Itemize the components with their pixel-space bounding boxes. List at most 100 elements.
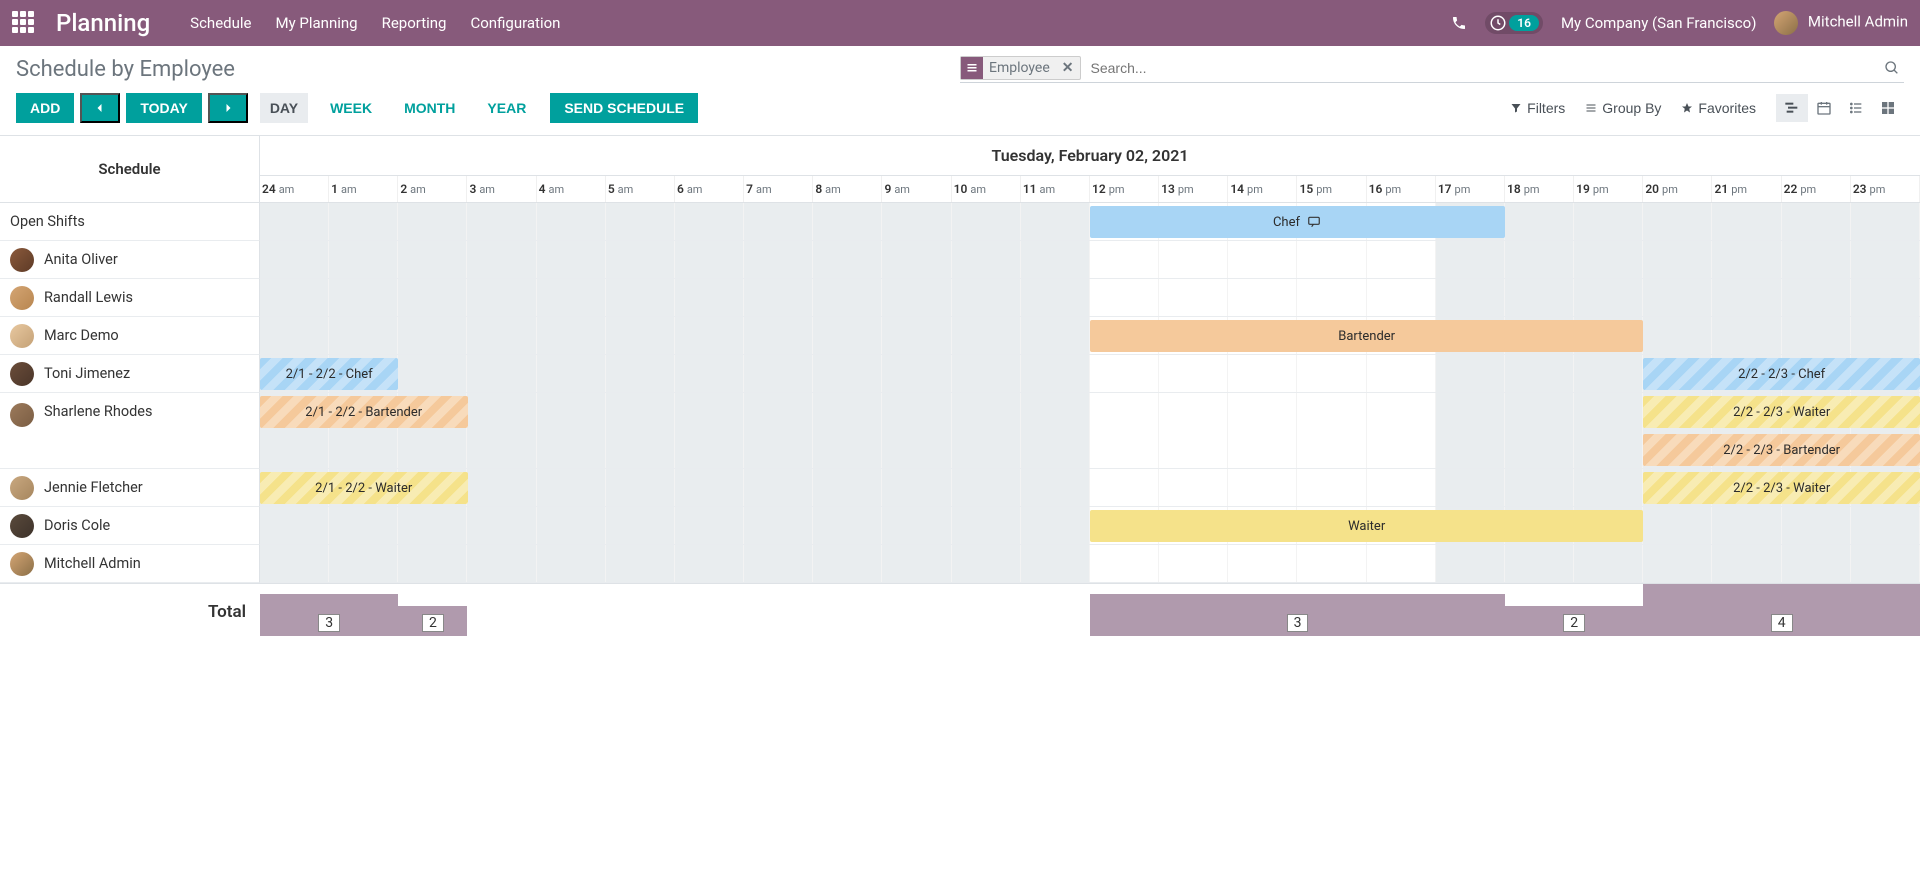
gantt-cell[interactable] bbox=[606, 393, 675, 468]
gantt-row-label[interactable]: Randall Lewis bbox=[0, 279, 260, 317]
next-button[interactable] bbox=[208, 93, 248, 123]
gantt-cell[interactable] bbox=[398, 317, 467, 354]
view-list[interactable] bbox=[1840, 94, 1872, 122]
menu-my-planning[interactable]: My Planning bbox=[275, 14, 357, 32]
gantt-cell[interactable] bbox=[675, 393, 744, 468]
gantt-row-label[interactable]: Open Shifts bbox=[0, 203, 260, 241]
gantt-cell[interactable] bbox=[1436, 241, 1505, 278]
gantt-cell[interactable] bbox=[1021, 355, 1090, 392]
gantt-cell[interactable] bbox=[260, 545, 329, 582]
gantt-cell[interactable] bbox=[1851, 507, 1920, 544]
gantt-cell[interactable] bbox=[1436, 355, 1505, 392]
phone-icon[interactable] bbox=[1451, 15, 1467, 31]
gantt-cell[interactable] bbox=[1021, 203, 1090, 240]
scale-year[interactable]: YEAR bbox=[477, 93, 536, 123]
gantt-cell[interactable] bbox=[329, 507, 398, 544]
gantt-cell[interactable] bbox=[1297, 469, 1366, 506]
gantt-cell[interactable] bbox=[1021, 469, 1090, 506]
gantt-cell[interactable] bbox=[329, 203, 398, 240]
gantt-cell[interactable] bbox=[1782, 545, 1851, 582]
prev-button[interactable] bbox=[80, 93, 120, 123]
shift-pill[interactable]: 2/2 - 2/3 - Waiter bbox=[1643, 472, 1920, 504]
gantt-cell[interactable] bbox=[1159, 279, 1228, 316]
gantt-cell[interactable] bbox=[744, 355, 813, 392]
menu-configuration[interactable]: Configuration bbox=[470, 14, 560, 32]
gantt-row-label[interactable]: Sharlene Rhodes bbox=[0, 393, 260, 469]
gantt-cell[interactable] bbox=[1712, 241, 1781, 278]
gantt-row-label[interactable]: Jennie Fletcher bbox=[0, 469, 260, 507]
gantt-cell[interactable] bbox=[1436, 393, 1505, 468]
gantt-cell[interactable] bbox=[1505, 355, 1574, 392]
gantt-cell[interactable] bbox=[329, 241, 398, 278]
gantt-cell[interactable] bbox=[1367, 241, 1436, 278]
gantt-cell[interactable] bbox=[882, 241, 951, 278]
scale-week[interactable]: WEEK bbox=[320, 93, 382, 123]
gantt-row-label[interactable]: Mitchell Admin bbox=[0, 545, 260, 583]
activity-badge[interactable]: 16 bbox=[1485, 12, 1543, 34]
gantt-cell[interactable] bbox=[1782, 279, 1851, 316]
gantt-row-grid[interactable] bbox=[260, 279, 1920, 317]
view-kanban[interactable] bbox=[1872, 94, 1904, 122]
gantt-cell[interactable] bbox=[537, 203, 606, 240]
gantt-cell[interactable] bbox=[813, 241, 882, 278]
gantt-cell[interactable] bbox=[675, 317, 744, 354]
gantt-cell[interactable] bbox=[1643, 317, 1712, 354]
gantt-cell[interactable] bbox=[398, 241, 467, 278]
groupby-button[interactable]: Group By bbox=[1585, 100, 1661, 116]
gantt-cell[interactable] bbox=[1021, 279, 1090, 316]
gantt-cell[interactable] bbox=[606, 507, 675, 544]
gantt-cell[interactable] bbox=[1436, 545, 1505, 582]
gantt-cell[interactable] bbox=[1574, 279, 1643, 316]
gantt-cell[interactable] bbox=[537, 279, 606, 316]
gantt-cell[interactable] bbox=[952, 203, 1021, 240]
gantt-cell[interactable] bbox=[537, 317, 606, 354]
gantt-cell[interactable] bbox=[882, 545, 951, 582]
gantt-cell[interactable] bbox=[1505, 279, 1574, 316]
gantt-cell[interactable] bbox=[1297, 355, 1366, 392]
gantt-cell[interactable] bbox=[537, 507, 606, 544]
gantt-cell[interactable] bbox=[1090, 393, 1159, 468]
shift-pill[interactable]: 2/2 - 2/3 - Chef bbox=[1643, 358, 1920, 390]
gantt-cell[interactable] bbox=[467, 507, 536, 544]
gantt-cell[interactable] bbox=[675, 545, 744, 582]
gantt-cell[interactable] bbox=[882, 507, 951, 544]
gantt-cell[interactable] bbox=[1712, 203, 1781, 240]
gantt-cell[interactable] bbox=[1574, 469, 1643, 506]
gantt-row-grid[interactable] bbox=[260, 241, 1920, 279]
gantt-cell[interactable] bbox=[1297, 241, 1366, 278]
gantt-cell[interactable] bbox=[260, 203, 329, 240]
gantt-cell[interactable] bbox=[675, 507, 744, 544]
gantt-cell[interactable] bbox=[882, 355, 951, 392]
gantt-cell[interactable] bbox=[260, 241, 329, 278]
gantt-cell[interactable] bbox=[882, 469, 951, 506]
today-button[interactable]: TODAY bbox=[126, 93, 201, 123]
shift-pill[interactable]: Chef bbox=[1090, 206, 1505, 238]
gantt-cell[interactable] bbox=[1505, 469, 1574, 506]
gantt-cell[interactable] bbox=[1159, 241, 1228, 278]
gantt-cell[interactable] bbox=[1297, 545, 1366, 582]
gantt-cell[interactable] bbox=[952, 545, 1021, 582]
gantt-cell[interactable] bbox=[744, 317, 813, 354]
menu-reporting[interactable]: Reporting bbox=[382, 14, 447, 32]
gantt-cell[interactable] bbox=[537, 241, 606, 278]
gantt-cell[interactable] bbox=[1436, 469, 1505, 506]
gantt-cell[interactable] bbox=[1505, 545, 1574, 582]
gantt-cell[interactable] bbox=[813, 355, 882, 392]
gantt-cell[interactable] bbox=[1574, 203, 1643, 240]
shift-pill[interactable]: 2/1 - 2/2 - Bartender bbox=[260, 396, 468, 428]
gantt-cell[interactable] bbox=[1643, 279, 1712, 316]
scale-day[interactable]: DAY bbox=[260, 93, 308, 123]
gantt-cell[interactable] bbox=[952, 507, 1021, 544]
add-button[interactable]: ADD bbox=[16, 93, 74, 123]
gantt-cell[interactable] bbox=[952, 469, 1021, 506]
gantt-cell[interactable] bbox=[398, 545, 467, 582]
gantt-cell[interactable] bbox=[1228, 545, 1297, 582]
gantt-cell[interactable] bbox=[952, 355, 1021, 392]
gantt-cell[interactable] bbox=[1228, 469, 1297, 506]
user-menu[interactable]: Mitchell Admin bbox=[1774, 11, 1908, 35]
gantt-cell[interactable] bbox=[1851, 241, 1920, 278]
gantt-cell[interactable] bbox=[1159, 545, 1228, 582]
gantt-cell[interactable] bbox=[882, 317, 951, 354]
gantt-cell[interactable] bbox=[1782, 507, 1851, 544]
gantt-row-grid[interactable]: Chef bbox=[260, 203, 1920, 241]
